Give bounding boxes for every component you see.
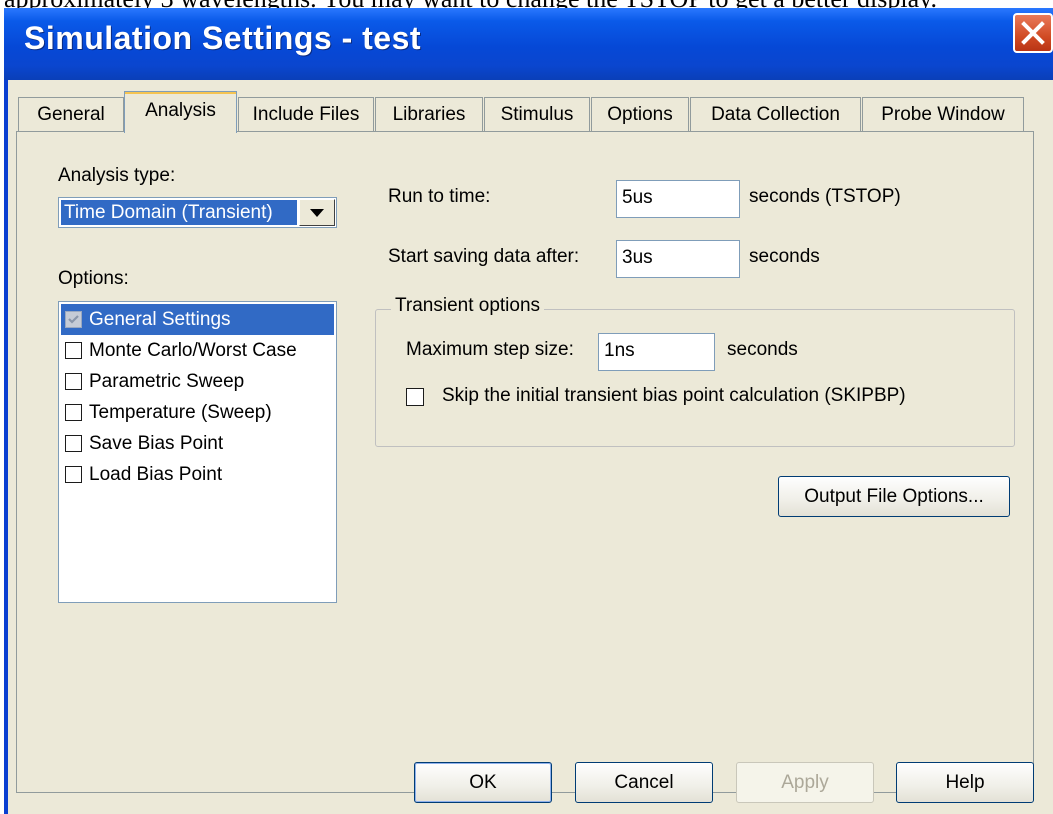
tab-label: Include Files bbox=[252, 104, 360, 125]
max-step-size-label: Maximum step size: bbox=[406, 339, 574, 360]
analysis-type-label: Analysis type: bbox=[58, 165, 176, 186]
checkbox[interactable] bbox=[65, 373, 82, 390]
option-parametric-sweep[interactable]: Parametric Sweep bbox=[61, 366, 334, 397]
ok-button[interactable]: OK bbox=[414, 762, 552, 803]
close-icon bbox=[1021, 21, 1045, 45]
document-cut-text: approximately 3 wavelengths. You may wan… bbox=[4, 0, 937, 8]
tab-label: Probe Window bbox=[881, 104, 1005, 125]
option-label: General Settings bbox=[89, 309, 231, 330]
options-list[interactable]: General Settings Monte Carlo/Worst Case … bbox=[58, 301, 337, 603]
tab-label: Options bbox=[607, 104, 673, 125]
option-monte-carlo[interactable]: Monte Carlo/Worst Case bbox=[61, 335, 334, 366]
options-label: Options: bbox=[58, 268, 129, 289]
checkmark-icon bbox=[68, 315, 79, 324]
tab-label: Analysis bbox=[145, 100, 216, 121]
checkbox[interactable] bbox=[65, 311, 82, 328]
transient-options-group bbox=[375, 309, 1015, 447]
dialog-client-area: General Analysis Include Files Libraries… bbox=[8, 80, 1053, 814]
window-title: Simulation Settings - test bbox=[24, 20, 422, 56]
tab-options[interactable]: Options bbox=[591, 97, 689, 132]
apply-button[interactable]: Apply bbox=[736, 762, 874, 803]
skip-bias-point-checkbox[interactable] bbox=[406, 388, 424, 406]
max-step-size-field[interactable]: 1ns bbox=[598, 333, 715, 371]
start-saving-field[interactable]: 3us bbox=[616, 240, 740, 278]
cancel-button[interactable]: Cancel bbox=[575, 762, 713, 803]
option-label: Load Bias Point bbox=[89, 464, 223, 485]
option-general-settings[interactable]: General Settings bbox=[61, 304, 334, 335]
option-save-bias-point[interactable]: Save Bias Point bbox=[61, 428, 334, 459]
tab-label: Data Collection bbox=[711, 104, 840, 125]
tab-include-files[interactable]: Include Files bbox=[238, 97, 374, 132]
checkbox[interactable] bbox=[65, 404, 82, 421]
max-step-size-unit: seconds bbox=[727, 339, 798, 360]
skip-bias-point-label[interactable]: Skip the initial transient bias point ca… bbox=[442, 385, 906, 407]
close-button[interactable] bbox=[1013, 13, 1053, 53]
tab-label: General bbox=[37, 104, 105, 125]
run-to-time-unit: seconds (TSTOP) bbox=[749, 186, 901, 207]
help-button[interactable]: Help bbox=[896, 762, 1034, 803]
start-saving-unit: seconds bbox=[749, 246, 820, 267]
analysis-type-value: Time Domain (Transient) bbox=[61, 200, 297, 225]
tab-libraries[interactable]: Libraries bbox=[375, 97, 483, 132]
tab-page-left-border bbox=[16, 131, 17, 793]
tab-label: Libraries bbox=[392, 104, 466, 125]
analysis-type-dropdown-button[interactable] bbox=[299, 199, 335, 226]
title-bar[interactable]: Simulation Settings - test bbox=[4, 8, 1053, 80]
tab-data-collection[interactable]: Data Collection bbox=[690, 97, 861, 132]
document-text-strip: approximately 3 wavelengths. You may wan… bbox=[0, 0, 1053, 8]
option-load-bias-point[interactable]: Load Bias Point bbox=[61, 459, 334, 490]
tab-analysis[interactable]: Analysis bbox=[124, 91, 237, 133]
option-temperature-sweep[interactable]: Temperature (Sweep) bbox=[61, 397, 334, 428]
tab-label: Stimulus bbox=[500, 104, 574, 125]
analysis-type-select[interactable]: Time Domain (Transient) bbox=[58, 197, 337, 228]
run-to-time-field[interactable]: 5us bbox=[616, 180, 740, 218]
tab-page-right-border bbox=[1033, 131, 1034, 793]
checkbox[interactable] bbox=[65, 342, 82, 359]
option-label: Monte Carlo/Worst Case bbox=[89, 340, 297, 361]
option-label: Save Bias Point bbox=[89, 433, 224, 454]
start-saving-label: Start saving data after: bbox=[388, 246, 580, 267]
run-to-time-label: Run to time: bbox=[388, 186, 491, 207]
tab-general[interactable]: General bbox=[18, 97, 124, 132]
option-label: Parametric Sweep bbox=[89, 371, 245, 392]
chevron-down-icon bbox=[310, 209, 324, 217]
option-label: Temperature (Sweep) bbox=[89, 402, 272, 423]
tab-stimulus[interactable]: Stimulus bbox=[484, 97, 590, 132]
output-file-options-button[interactable]: Output File Options... bbox=[778, 476, 1010, 517]
checkbox[interactable] bbox=[65, 435, 82, 452]
simulation-settings-dialog: Simulation Settings - test General Analy… bbox=[4, 8, 1053, 814]
transient-options-label: Transient options bbox=[391, 295, 545, 317]
tab-probe-window[interactable]: Probe Window bbox=[862, 97, 1024, 132]
active-tab-joint bbox=[125, 131, 236, 133]
checkbox[interactable] bbox=[65, 466, 82, 483]
